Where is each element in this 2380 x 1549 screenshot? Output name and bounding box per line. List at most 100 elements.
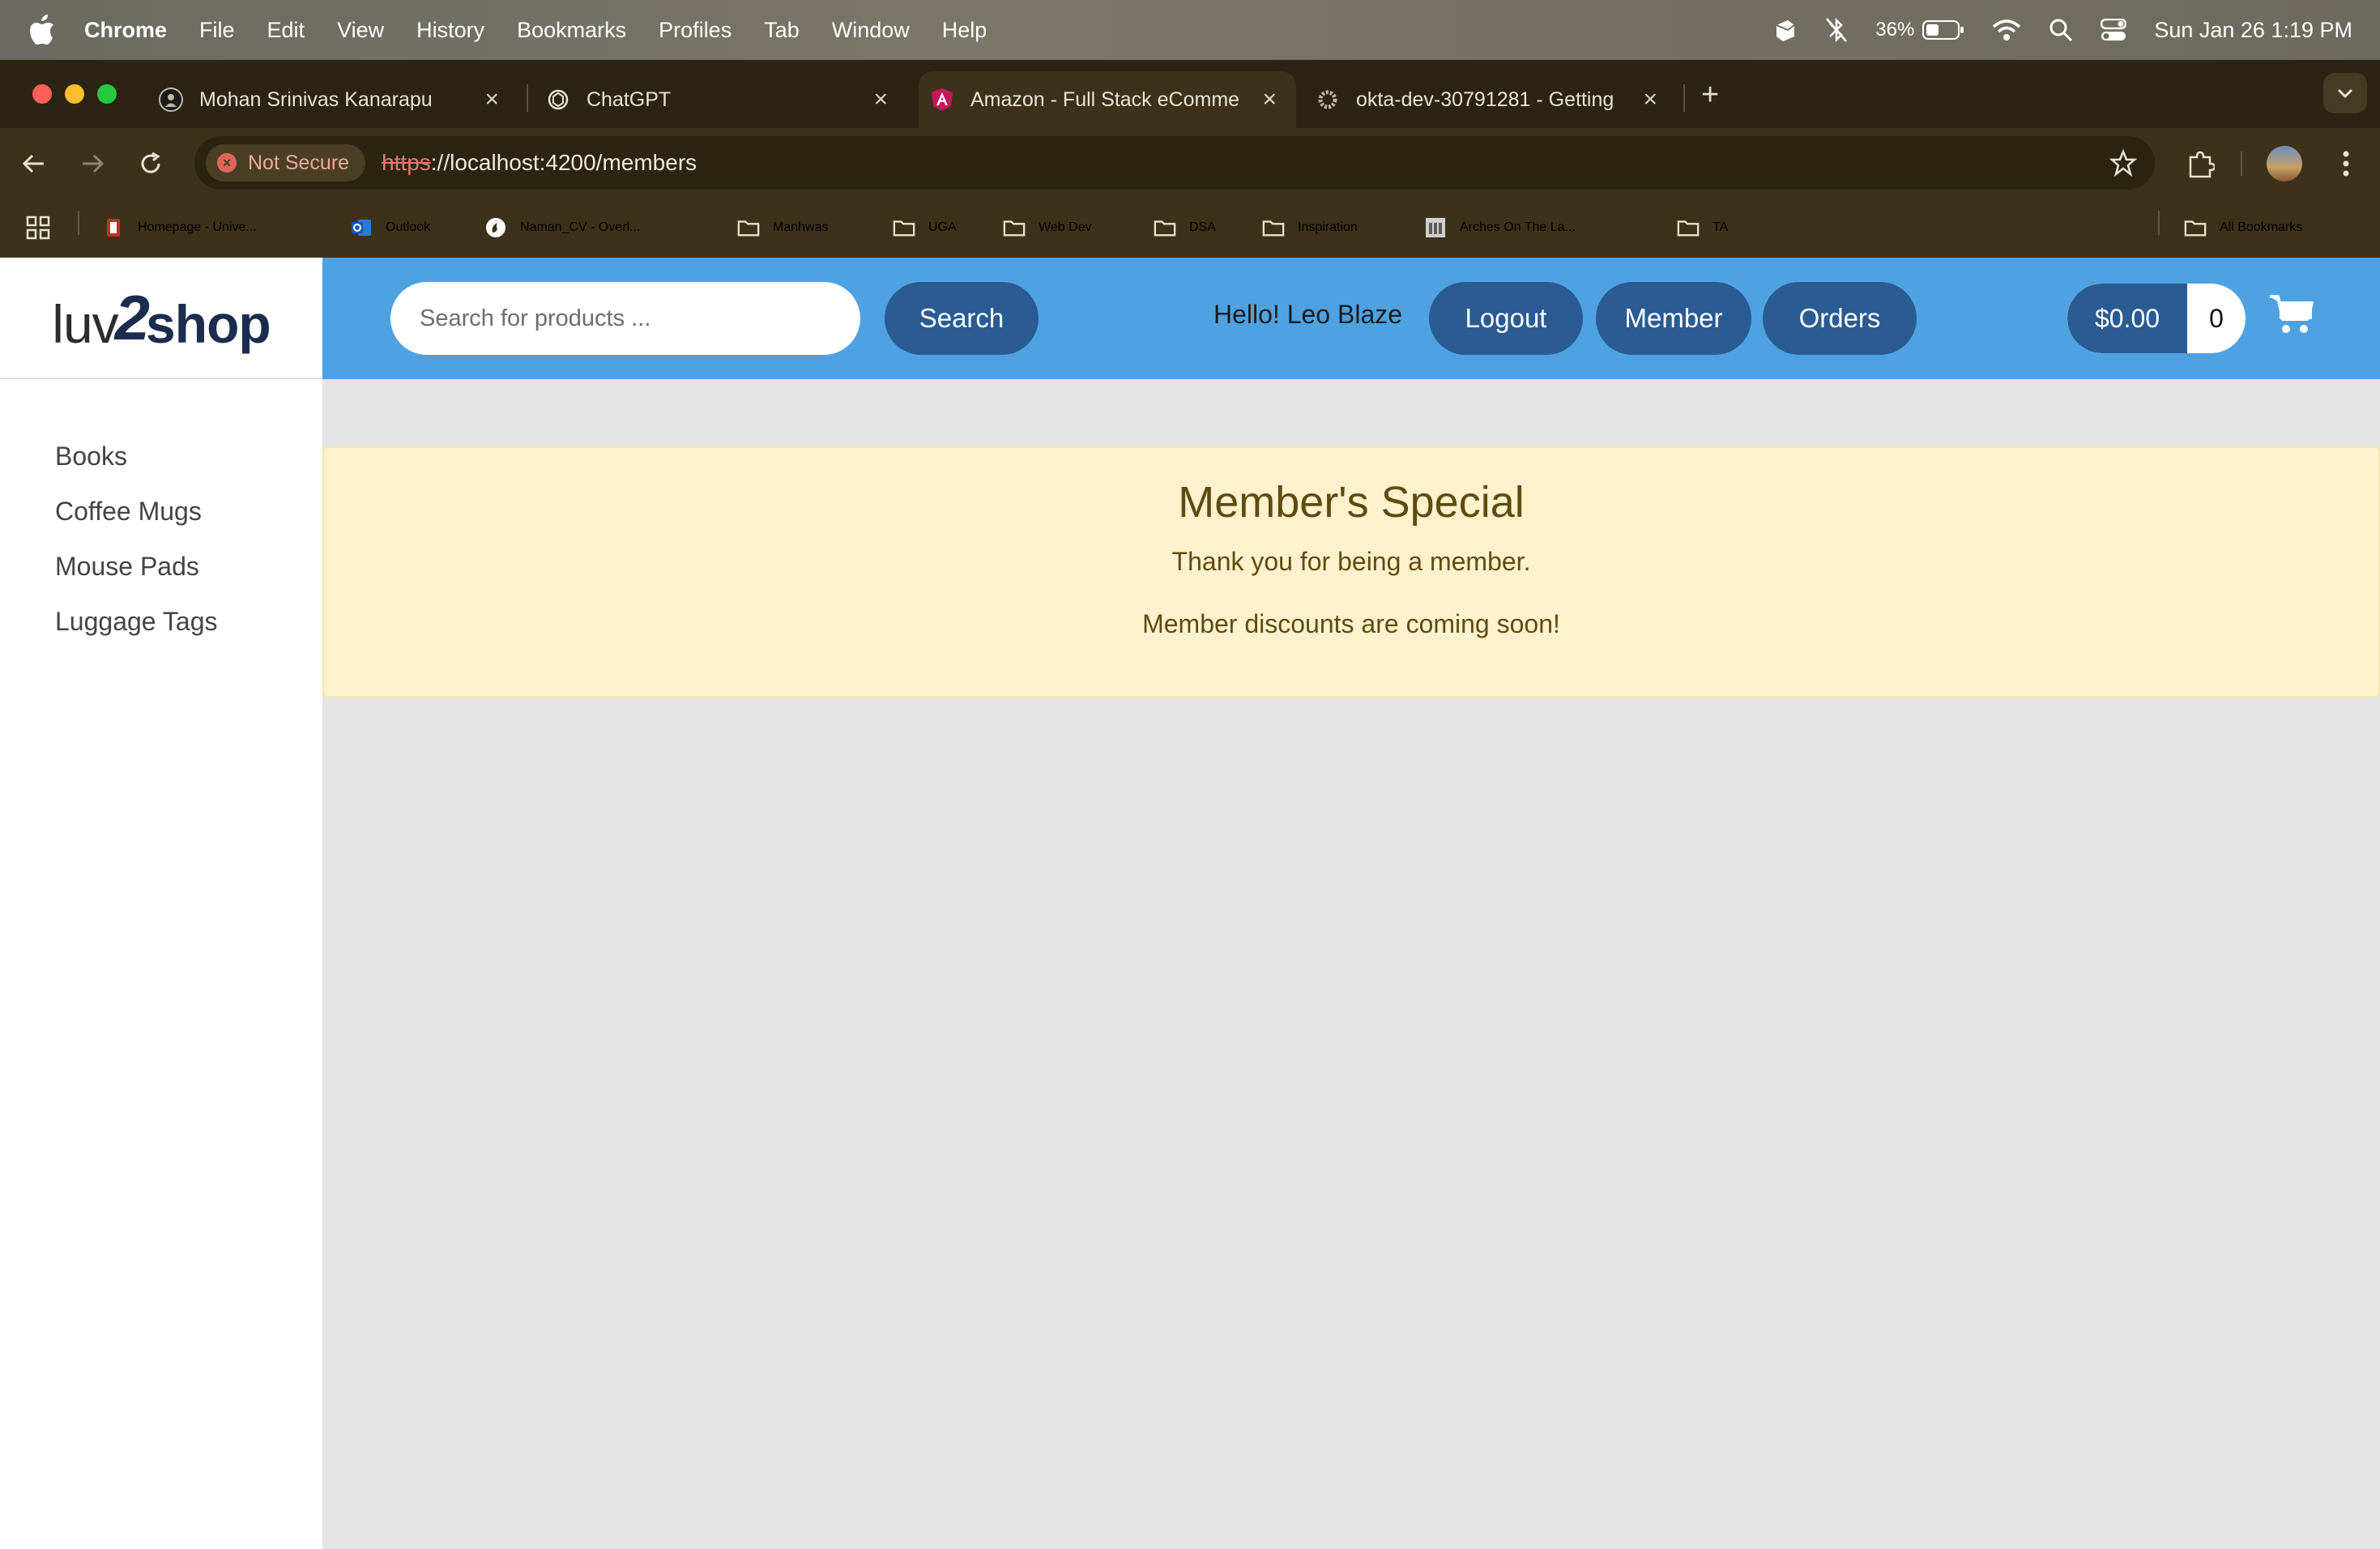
category-coffee-mugs[interactable]: Coffee Mugs (55, 497, 217, 528)
window-zoom-button[interactable] (97, 84, 117, 104)
bookmark-outlook[interactable]: Outlook (350, 207, 430, 248)
apple-icon[interactable] (29, 14, 60, 46)
bookmark-label: Naman_CV - Overl... (520, 220, 641, 234)
profile-avatar[interactable] (2267, 146, 2302, 181)
logo-part-shop: shop (146, 293, 271, 354)
user-greeting: Hello! Leo Blaze (1213, 300, 1403, 329)
tab-close-icon[interactable]: × (484, 86, 499, 113)
folder-icon (1003, 218, 1026, 237)
bookmark-star-icon[interactable] (2109, 148, 2138, 181)
battery-percent: 36% (1875, 19, 1915, 41)
menu-help[interactable]: Help (942, 18, 987, 43)
search-button[interactable]: Search (885, 282, 1039, 355)
menu-profiles[interactable]: Profiles (659, 18, 731, 43)
bookmark-folder-uga[interactable]: UGA (893, 207, 957, 248)
tab-close-icon[interactable]: × (873, 86, 888, 113)
address-bar[interactable]: × Not Secure https://localhost:4200/memb… (194, 136, 2155, 190)
tab-title: okta-dev-30791281 - Getting (1356, 87, 1614, 111)
menubar-clock[interactable]: Sun Jan 26 1:19 PM (2154, 18, 2352, 43)
folder-icon (2184, 218, 2207, 237)
bookmark-label: Inspiration (1298, 220, 1358, 234)
bookmark-folder-web-dev[interactable]: Web Dev (1003, 207, 1092, 248)
browser-menu-kebab-icon[interactable] (2330, 146, 2362, 181)
extensions-puzzle-icon[interactable] (2182, 146, 2218, 181)
not-secure-chip[interactable]: × Not Secure (206, 144, 366, 181)
github-avatar-icon (159, 87, 183, 112)
menu-tab[interactable]: Tab (764, 18, 800, 43)
menu-edit[interactable]: Edit (267, 18, 305, 43)
forward-arrow-icon[interactable] (76, 147, 109, 180)
folder-icon (893, 218, 915, 237)
bookmark-label: Homepage - Unive... (138, 220, 257, 234)
menu-window[interactable]: Window (832, 18, 910, 43)
banner-thanks: Thank you for being a member. (1171, 547, 1531, 576)
category-books[interactable]: Books (55, 442, 217, 473)
bookmark-naman-cv[interactable]: Naman_CV - Overl... (484, 207, 640, 248)
new-tab-plus-icon[interactable]: + (1701, 78, 1719, 113)
menu-app-chrome[interactable]: Chrome (84, 18, 167, 43)
toolbar-divider (2241, 151, 2242, 176)
orders-button[interactable]: Orders (1763, 282, 1917, 355)
banner-title: Member's Special (1178, 478, 1525, 527)
member-button[interactable]: Member (1596, 282, 1751, 355)
cart-total-price: $0.00 (2067, 284, 2187, 353)
wifi-icon[interactable] (1992, 19, 2021, 41)
menu-file[interactable]: File (199, 18, 235, 43)
search-input[interactable] (390, 282, 860, 355)
window-minimize-button[interactable] (65, 84, 84, 104)
tab-okta[interactable]: okta-dev-30791281 - Getting × (1304, 71, 1677, 128)
battery-icon[interactable] (1922, 19, 1964, 41)
category-menu: Books Coffee Mugs Mouse Pads Luggage Tag… (55, 442, 217, 662)
menu-view[interactable]: View (337, 18, 384, 43)
window-close-button[interactable] (32, 84, 52, 104)
site-logo[interactable]: luv 2 shop (0, 258, 322, 379)
logo-part-luv: luv (52, 293, 118, 354)
banner-discount-note: Member discounts are coming soon! (1142, 609, 1560, 638)
bookmark-folder-manhwas[interactable]: Manhwas (737, 207, 828, 248)
bookmarks-divider (2158, 211, 2160, 235)
bookmark-arches[interactable]: Arches On The La... (1424, 207, 1576, 248)
folder-icon (1677, 218, 1700, 237)
menu-bookmarks[interactable]: Bookmarks (517, 18, 626, 43)
logo-wordmark: luv 2 shop (52, 281, 271, 355)
tab-close-icon[interactable]: × (1262, 86, 1277, 113)
bookmark-label: Web Dev (1039, 220, 1092, 234)
chatgpt-icon (546, 87, 570, 112)
reload-icon[interactable] (134, 147, 167, 180)
menu-history[interactable]: History (416, 18, 484, 43)
category-mouse-pads[interactable]: Mouse Pads (55, 552, 217, 583)
okta-icon (1316, 87, 1340, 112)
member-special-banner: Member's Special Thank you for being a m… (322, 446, 2380, 698)
url-rest: ://localhost:4200/members (430, 150, 697, 175)
tab-chatgpt[interactable]: ChatGPT × (535, 71, 907, 128)
bluetooth-off-icon[interactable] (1825, 17, 1848, 43)
logout-button[interactable]: Logout (1429, 282, 1583, 355)
university-icon (102, 218, 125, 237)
bookmark-folder-inspiration[interactable]: Inspiration (1262, 207, 1358, 248)
bookmark-folder-dsa[interactable]: DSA (1154, 207, 1216, 248)
tab-title: Mohan Srinivas Kanarapu (199, 87, 433, 111)
tab-close-icon[interactable]: × (1643, 86, 1657, 113)
bookmark-homepage[interactable]: Homepage - Unive... (102, 207, 257, 248)
folder-icon (737, 218, 760, 237)
url-text[interactable]: https://localhost:4200/members (382, 150, 697, 176)
control-center-icon[interactable] (2101, 19, 2127, 41)
logo-part-2: 2 (114, 281, 150, 353)
bookmark-folder-ta[interactable]: TA (1677, 207, 1728, 248)
shopping-cart-icon[interactable] (2268, 293, 2315, 339)
cart-status[interactable]: $0.00 0 (2067, 284, 2246, 353)
bookmark-all-bookmarks[interactable]: All Bookmarks (2184, 207, 2302, 248)
back-arrow-icon[interactable] (18, 147, 50, 180)
tab-divider (527, 84, 528, 112)
tab-mohan[interactable]: Mohan Srinivas Kanarapu × (146, 71, 518, 128)
bookmark-label: TA (1712, 220, 1729, 234)
category-luggage-tags[interactable]: Luggage Tags (55, 607, 217, 638)
security-label: Not Secure (248, 151, 350, 174)
bookmark-label: Outlook (386, 220, 431, 234)
notes-icon[interactable] (1773, 17, 1798, 43)
apps-grid-icon[interactable] (26, 207, 50, 248)
tab-amazon-active[interactable]: Amazon - Full Stack eComme × (919, 71, 1296, 128)
spotlight-search-icon[interactable] (2049, 18, 2073, 42)
tab-search-chevron-icon[interactable] (2323, 73, 2367, 113)
url-scheme: https (382, 150, 431, 175)
